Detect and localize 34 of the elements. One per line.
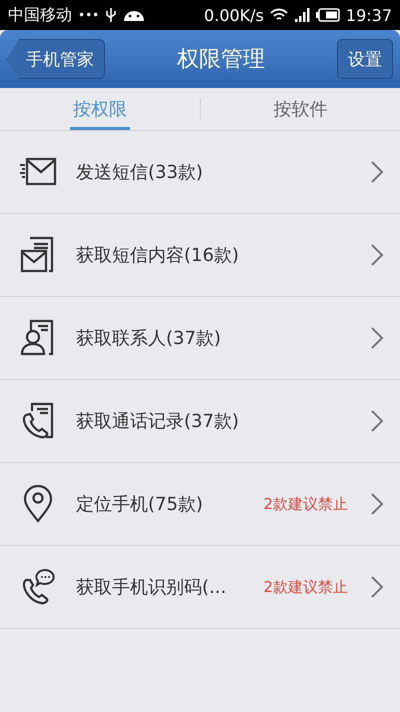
clock: 19:37: [346, 6, 392, 24]
chevron-right-icon: [370, 160, 384, 184]
wifi-icon: [270, 8, 288, 22]
permission-row[interactable]: 获取通话记录(37款): [0, 380, 400, 463]
settings-button[interactable]: 设置: [337, 39, 393, 79]
page-title: 权限管理: [177, 46, 265, 74]
permission-row[interactable]: 获取手机识别码(... 2款建议禁止: [0, 546, 400, 629]
permission-row[interactable]: 发送短信(33款): [0, 131, 400, 214]
permission-row[interactable]: 定位手机(75款) 2款建议禁止: [0, 463, 400, 546]
tab[interactable]: 按软件: [201, 88, 400, 130]
permission-label: 获取联系人(37款): [76, 327, 222, 350]
notification-dots: •••: [78, 8, 100, 22]
chevron-right-icon: [370, 492, 384, 516]
robot-icon: [123, 8, 146, 22]
warning-text: 2款建议禁止: [263, 494, 348, 514]
chevron-right-icon: [370, 409, 384, 433]
carrier-name: 中国移动: [8, 4, 72, 26]
usb-icon: [105, 7, 118, 23]
network-speed: 0.00K/s: [204, 6, 264, 24]
permission-row[interactable]: 获取短信内容(16款): [0, 214, 400, 297]
signal-icon: [294, 8, 310, 22]
chevron-right-icon: [370, 575, 384, 599]
permission-label: 获取手机识别码(...: [76, 576, 228, 599]
battery-icon: [316, 8, 340, 22]
permission-label: 定位手机(75款): [76, 493, 204, 516]
warning-text: 2款建议禁止: [263, 578, 348, 596]
permission-label: 发送短信(33款): [76, 161, 204, 184]
chevron-right-icon: [370, 243, 384, 267]
permission-label: 获取通话记录(37款): [76, 410, 240, 433]
chevron-right-icon: [370, 326, 384, 350]
permission-row[interactable]: 获取联系人(37款): [0, 297, 400, 380]
back-button[interactable]: 手机管家: [7, 39, 105, 79]
envelope-icon: [18, 156, 58, 188]
permission-label: 获取短信内容(16款): [76, 244, 240, 267]
